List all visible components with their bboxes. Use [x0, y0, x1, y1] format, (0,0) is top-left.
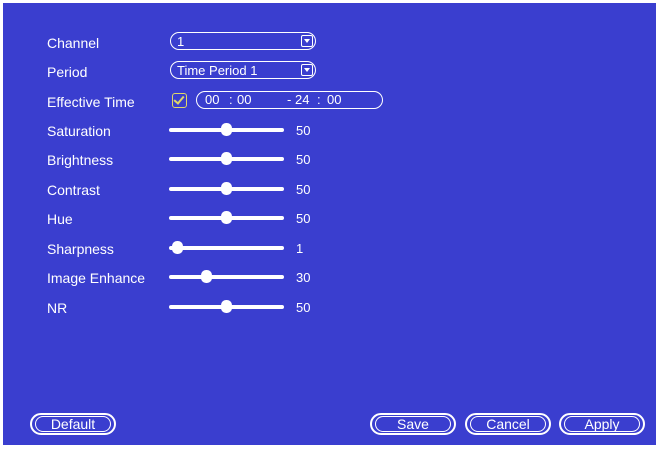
- effective-time-checkbox[interactable]: [172, 93, 187, 108]
- slider-value: 50: [296, 182, 311, 197]
- slider-value: 30: [296, 270, 311, 285]
- saturation-slider[interactable]: [169, 122, 284, 138]
- saturation-row: Saturation 50: [3, 120, 656, 142]
- sharpness-slider[interactable]: [169, 240, 284, 256]
- brightness-row: Brightness 50: [3, 149, 656, 171]
- end-minute[interactable]: 00: [327, 92, 341, 108]
- hue-slider[interactable]: [169, 210, 284, 226]
- apply-button-label: Apply: [584, 416, 620, 432]
- slider-value: 50: [296, 123, 311, 138]
- apply-button[interactable]: Apply: [559, 413, 645, 435]
- slider-thumb[interactable]: [221, 300, 232, 313]
- slider-value: 50: [296, 152, 311, 167]
- period-row: Period Time Period 1: [3, 61, 656, 83]
- image-enhance-slider[interactable]: [169, 269, 284, 285]
- chevron-down-icon[interactable]: [301, 35, 313, 47]
- slider-label: NR: [47, 300, 68, 316]
- effective-time-row: Effective Time 00 : 00 - 24 : 00: [3, 91, 656, 113]
- chevron-down-icon[interactable]: [301, 64, 313, 76]
- save-button[interactable]: Save: [370, 413, 456, 435]
- slider-thumb[interactable]: [221, 123, 232, 136]
- start-minute[interactable]: 00: [237, 92, 251, 108]
- slider-value: 50: [296, 300, 311, 315]
- slider-label: Image Enhance: [47, 270, 146, 286]
- slider-label: Saturation: [47, 123, 111, 139]
- effective-time-label: Effective Time: [47, 94, 135, 110]
- slider-label: Hue: [47, 211, 73, 227]
- brightness-slider[interactable]: [169, 151, 284, 167]
- slider-label: Brightness: [47, 152, 114, 168]
- time-separator: -: [287, 92, 292, 107]
- slider-thumb[interactable]: [221, 182, 232, 195]
- channel-label: Channel: [47, 35, 100, 51]
- channel-row: Channel 1: [3, 32, 656, 54]
- save-button-label: Save: [397, 416, 429, 432]
- slider-thumb[interactable]: [221, 211, 232, 224]
- image-settings-panel: Channel 1 Period Time Period 1 Effective…: [3, 3, 656, 445]
- period-label: Period: [47, 64, 88, 80]
- cancel-button-label: Cancel: [486, 416, 530, 432]
- effective-time-range[interactable]: 00 : 00 - 24 : 00: [196, 91, 383, 109]
- contrast-row: Contrast 50: [3, 179, 656, 201]
- slider-label: Contrast: [47, 182, 100, 198]
- default-button-label: Default: [50, 416, 96, 432]
- image-enhance-row: Image Enhance 30: [3, 267, 656, 289]
- slider-value: 50: [296, 211, 311, 226]
- period-value: Time Period 1: [177, 63, 258, 78]
- default-button[interactable]: Default: [30, 413, 116, 435]
- slider-thumb[interactable]: [172, 241, 184, 254]
- period-select[interactable]: Time Period 1: [170, 61, 316, 79]
- slider-value: 1: [296, 241, 304, 256]
- end-hour[interactable]: 24: [295, 92, 309, 108]
- cancel-button[interactable]: Cancel: [465, 413, 551, 435]
- slider-track[interactable]: [169, 246, 284, 250]
- channel-value: 1: [177, 34, 185, 49]
- sharpness-row: Sharpness 1: [3, 238, 656, 260]
- slider-thumb[interactable]: [221, 152, 232, 165]
- contrast-slider[interactable]: [169, 181, 284, 197]
- slider-thumb[interactable]: [201, 270, 213, 283]
- nr-slider[interactable]: [169, 299, 284, 315]
- channel-select[interactable]: 1: [170, 32, 316, 50]
- hue-row: Hue 50: [3, 208, 656, 230]
- nr-row: NR 50: [3, 297, 656, 319]
- slider-label: Sharpness: [47, 241, 114, 257]
- start-hour[interactable]: 00: [205, 92, 219, 108]
- slider-track[interactable]: [169, 275, 284, 279]
